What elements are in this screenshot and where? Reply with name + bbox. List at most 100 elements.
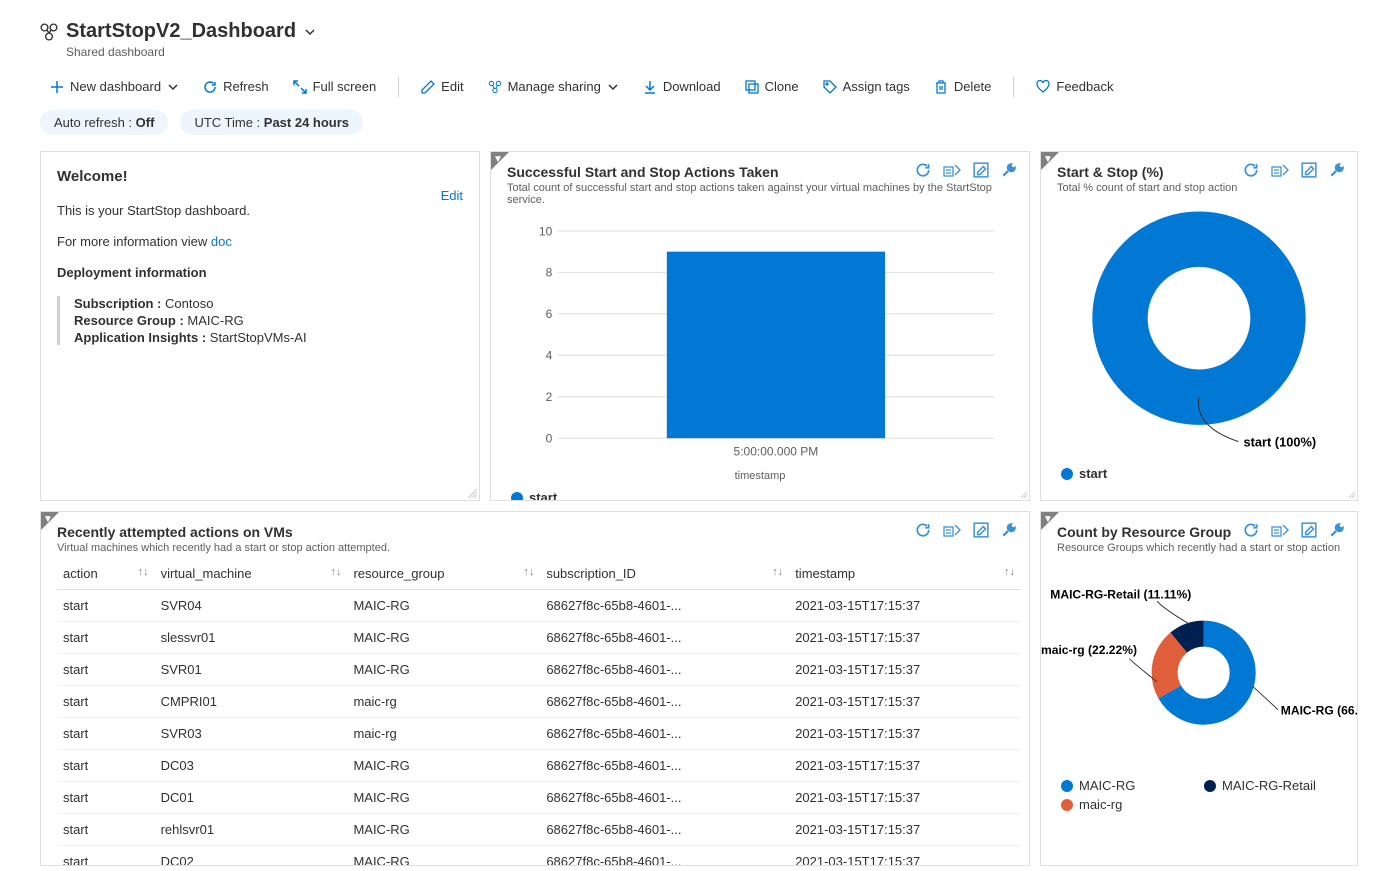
fullscreen-button[interactable]: Full screen <box>283 73 387 100</box>
deployment-heading: Deployment information <box>57 265 463 280</box>
table-row[interactable]: startDC01MAIC-RG68627f8c-65b8-4601-...20… <box>57 782 1021 814</box>
logs-icon[interactable] <box>1271 522 1289 538</box>
edit-tile-icon[interactable] <box>973 522 989 538</box>
plus-icon <box>50 80 64 94</box>
table-row[interactable]: startDC02MAIC-RG68627f8c-65b8-4601-...20… <box>57 846 1021 866</box>
table-row[interactable]: startslessvr01MAIC-RG68627f8c-65b8-4601-… <box>57 622 1021 654</box>
x-axis-label: timestamp <box>491 470 1029 482</box>
legend-item: MAIC-RG <box>1061 778 1194 793</box>
column-header[interactable]: resource_group↑↓ <box>347 558 540 590</box>
svg-text:MAIC-RG (66.: MAIC-RG (66. <box>1281 703 1357 717</box>
delete-button[interactable]: Delete <box>924 73 1002 100</box>
resize-handle-icon[interactable] <box>1343 486 1355 498</box>
logs-icon[interactable] <box>1271 162 1289 178</box>
manage-sharing-button[interactable]: Manage sharing <box>478 73 629 100</box>
table-row[interactable]: startrehlsvr01MAIC-RG68627f8c-65b8-4601-… <box>57 814 1021 846</box>
bar-chart-tile: ▼ Successful Start and Stop Actions Take… <box>490 151 1030 501</box>
table-row[interactable]: startDC03MAIC-RG68627f8c-65b8-4601-...20… <box>57 750 1021 782</box>
tag-icon <box>823 80 837 94</box>
y-axis-label: request_count <box>490 256 491 326</box>
resize-handle-icon[interactable] <box>465 486 477 498</box>
donut-chart: start (100%) <box>1041 208 1357 458</box>
edit-button[interactable]: Edit <box>411 73 473 100</box>
rg-donut-chart: MAIC-RG-Retail (11.11%) maic-rg (22.22%)… <box>1041 568 1357 768</box>
svg-text:start (100%): start (100%) <box>1243 435 1316 450</box>
column-header[interactable]: virtual_machine↑↓ <box>155 558 348 590</box>
table-row[interactable]: startSVR04MAIC-RG68627f8c-65b8-4601-...2… <box>57 590 1021 622</box>
logs-icon[interactable] <box>943 522 961 538</box>
page-subtitle: Shared dashboard <box>66 45 1358 59</box>
chevron-down-icon <box>607 81 619 93</box>
separator <box>398 77 399 97</box>
legend-label: start <box>529 490 557 501</box>
edit-tile-icon[interactable] <box>1301 162 1317 178</box>
svg-text:10: 10 <box>539 224 553 238</box>
column-header[interactable]: timestamp↑↓ <box>789 558 1021 590</box>
welcome-body: This is your StartStop dashboard. <box>57 203 463 218</box>
refresh-icon[interactable] <box>915 162 931 178</box>
legend-item: MAIC-RG-Retail <box>1204 778 1337 793</box>
legend-dot <box>1061 468 1073 480</box>
pin-icon[interactable] <box>1001 522 1017 538</box>
svg-text:8: 8 <box>546 266 553 280</box>
svg-text:6: 6 <box>546 307 553 321</box>
tile-subtitle: Total % count of start and stop action <box>1057 182 1341 194</box>
doc-link[interactable]: doc <box>211 234 232 249</box>
pencil-icon <box>421 80 435 94</box>
legend-dot <box>511 492 523 502</box>
column-header[interactable]: subscription_ID↑↓ <box>540 558 789 590</box>
auto-refresh-filter[interactable]: Auto refresh : Off <box>40 110 168 135</box>
utc-time-filter[interactable]: UTC Time : Past 24 hours <box>180 110 363 135</box>
bar-chart: 1086 420 5:00:00.000 PM <box>521 220 1009 460</box>
svg-text:4: 4 <box>546 349 553 363</box>
clone-button[interactable]: Clone <box>735 73 809 100</box>
dashboard-icon <box>40 23 58 41</box>
svg-text:0: 0 <box>546 432 553 446</box>
table-row[interactable]: startSVR03maic-rg68627f8c-65b8-4601-...2… <box>57 718 1021 750</box>
edit-tile-icon[interactable] <box>1301 522 1317 538</box>
logs-icon[interactable] <box>943 162 961 178</box>
toolbar: New dashboard Refresh Full screen Edit M… <box>0 67 1398 106</box>
assign-tags-button[interactable]: Assign tags <box>813 73 920 100</box>
tile-actions <box>1243 162 1345 178</box>
rg-donut-tile: ▼ Count by Resource Group Resource Group… <box>1040 511 1358 866</box>
share-icon <box>488 80 502 94</box>
pin-icon[interactable] <box>1329 522 1345 538</box>
tile-actions <box>915 162 1017 178</box>
resize-handle-icon[interactable] <box>1015 486 1027 498</box>
welcome-tile: Welcome! Edit This is your StartStop das… <box>40 151 480 501</box>
feedback-button[interactable]: Feedback <box>1026 73 1123 100</box>
column-header[interactable]: action↑↓ <box>57 558 155 590</box>
table-tile: ▼ Recently attempted actions on VMs Virt… <box>40 511 1030 866</box>
tile-actions <box>915 522 1017 538</box>
refresh-icon[interactable] <box>1243 522 1259 538</box>
chevron-down-icon[interactable] <box>304 26 316 38</box>
download-icon <box>643 80 657 94</box>
fullscreen-icon <box>293 80 307 94</box>
legend-label: start <box>1079 466 1107 481</box>
heart-icon <box>1036 80 1050 94</box>
edit-link[interactable]: Edit <box>441 188 463 203</box>
pin-icon[interactable] <box>1001 162 1017 178</box>
table-row[interactable]: startCMPRI01maic-rg68627f8c-65b8-4601-..… <box>57 686 1021 718</box>
download-button[interactable]: Download <box>633 73 731 100</box>
tile-subtitle: Total count of successful start and stop… <box>507 182 1013 206</box>
welcome-doc-line: For more information view doc <box>57 234 463 249</box>
refresh-icon <box>203 80 217 94</box>
edit-tile-icon[interactable] <box>973 162 989 178</box>
separator <box>1013 77 1014 97</box>
welcome-title: Welcome! <box>57 168 463 185</box>
trash-icon <box>934 80 948 94</box>
table-row[interactable]: startSVR01MAIC-RG68627f8c-65b8-4601-...2… <box>57 654 1021 686</box>
refresh-icon[interactable] <box>915 522 931 538</box>
pin-icon[interactable] <box>1329 162 1345 178</box>
new-dashboard-button[interactable]: New dashboard <box>40 73 189 100</box>
clone-icon <box>745 80 759 94</box>
tile-subtitle: Virtual machines which recently had a st… <box>57 542 1013 554</box>
actions-table: action↑↓virtual_machine↑↓resource_group↑… <box>57 558 1021 865</box>
chevron-down-icon <box>167 81 179 93</box>
tile-subtitle: Resource Groups which recently had a sta… <box>1057 542 1341 554</box>
refresh-icon[interactable] <box>1243 162 1259 178</box>
refresh-button[interactable]: Refresh <box>193 73 279 100</box>
page-title: StartStopV2_Dashboard <box>66 20 296 43</box>
